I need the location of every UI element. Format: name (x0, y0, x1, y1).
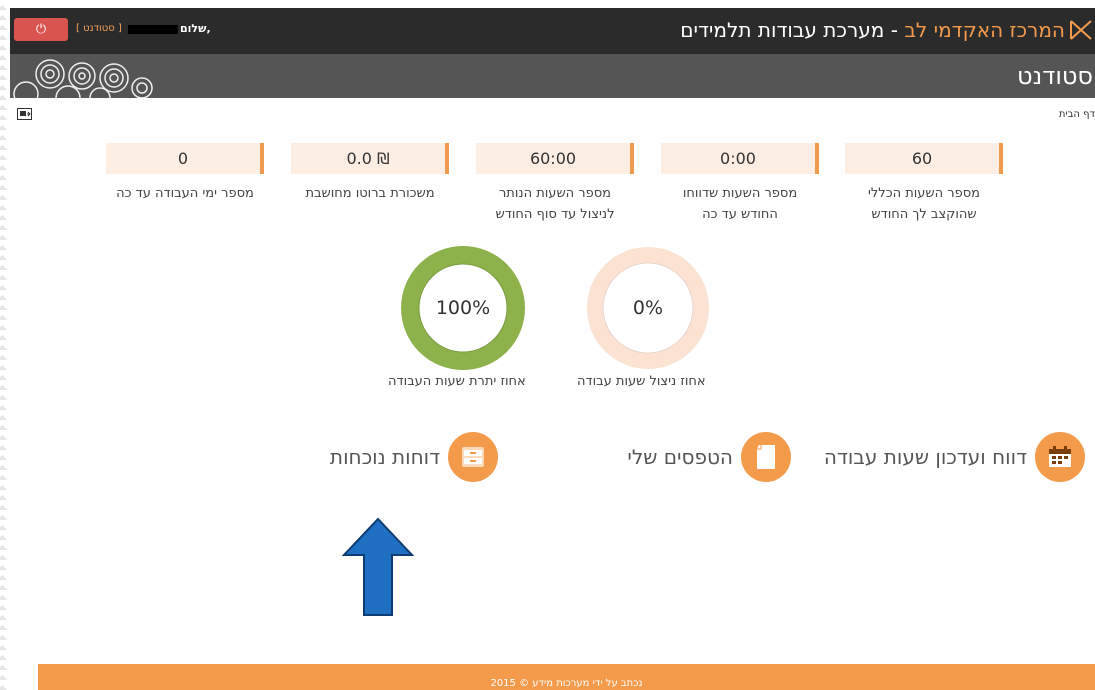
archive-drawer-icon (448, 432, 498, 482)
stat-reported-hours: 0:00 מספר השעות שדווחו החודש עד כה (661, 143, 819, 225)
stat-total-hours: 60 מספר השעות הכללי שהוקצב לך החודש (845, 143, 1003, 225)
footer-credit: נכתב על ידי מערכות מידע © 2015 (490, 678, 643, 689)
stat-label-line: החודש עד כה (702, 207, 778, 222)
app-name: מערכת עבודות תלמידים (680, 18, 885, 42)
logout-button[interactable]: ⏻ (14, 18, 68, 41)
breadcrumb-home[interactable]: דף הבית (1059, 109, 1095, 120)
redacted-user-name (128, 25, 178, 34)
footer: נכתב על ידי מערכות מידע © 2015 (38, 664, 1095, 690)
calendar-icon (1035, 432, 1085, 482)
stat-gross-salary: 0.0 ₪ משכורת ברוטו מחושבת (291, 143, 449, 204)
title-separator: - (884, 18, 905, 42)
stat-label-line: לניצול עד סוף החודש (495, 207, 615, 222)
usage-percent: 0% (632, 297, 664, 319)
stat-value: 0.0 ₪ (291, 143, 449, 174)
stat-label: מספר ימי העבודה עד כה (106, 183, 264, 204)
brand-name: המרכז האקדמי לב (904, 18, 1065, 42)
greeting-text: שלום, (180, 22, 211, 35)
stat-value: 60:00 (476, 143, 634, 174)
fullscreen-exit-icon[interactable] (17, 108, 32, 120)
swirl-decoration (13, 59, 153, 98)
attendance-reports-button[interactable]: דוחות נוכחות (330, 432, 498, 482)
stat-label: מספר השעות הכללי שהוקצב לך החודש (845, 183, 1003, 225)
page-banner: סטודנט (10, 54, 1095, 98)
power-icon: ⏻ (35, 22, 47, 37)
stat-work-days: 0 מספר ימי העבודה עד כה (106, 143, 264, 204)
stat-label-line: משכורת ברוטו מחושבת (305, 186, 435, 201)
usage-label: אחוז ניצול שעות עבודה (577, 374, 706, 389)
page-edge-decoration (0, 0, 10, 690)
top-bar: ⏻ [ סטודנט ] שלום, המרכז האקדמי לב - מער… (10, 8, 1095, 54)
stat-label-line: מספר השעות שדווחו (682, 186, 798, 201)
stat-label: מספר השעות שדווחו החודש עד כה (661, 183, 819, 225)
stat-label-line: מספר ימי העבודה עד כה (116, 186, 254, 201)
stat-label-line: שהוקצב לך החודש (871, 207, 977, 222)
banner-title: סטודנט (1017, 62, 1093, 90)
report-hours-label: דווח ועדכון שעות עבודה (823, 445, 1027, 469)
my-forms-button[interactable]: הטפסים שלי (627, 432, 791, 482)
remaining-percent: 100% (435, 297, 491, 319)
app-title: המרכז האקדמי לב - מערכת עבודות תלמידים (680, 18, 1065, 42)
arrow-up-annotation (342, 517, 414, 616)
stat-remaining-hours: 60:00 מספר השעות הנותר לניצול עד סוף החו… (476, 143, 634, 225)
my-forms-label: הטפסים שלי (627, 445, 733, 469)
logo-icon (1070, 20, 1092, 40)
user-role-link[interactable]: [ סטודנט ] (76, 23, 122, 34)
remaining-donut: 100% (401, 246, 525, 370)
stat-label-line: מספר השעות הכללי (868, 186, 980, 201)
usage-donut: 0% (586, 246, 710, 370)
stat-label-line: מספר השעות הנותר (498, 186, 612, 201)
stat-value: 0:00 (661, 143, 819, 174)
attendance-reports-label: דוחות נוכחות (329, 445, 440, 469)
stat-label: מספר השעות הנותר לניצול עד סוף החודש (476, 183, 634, 225)
stat-value: 60 (845, 143, 1003, 174)
remaining-label: אחוז יתרת שעות העבודה (388, 374, 526, 389)
stat-label: משכורת ברוטו מחושבת (291, 183, 449, 204)
document-icon (741, 432, 791, 482)
stat-value: 0 (106, 143, 264, 174)
report-hours-button[interactable]: דווח ועדכון שעות עבודה (824, 432, 1085, 482)
